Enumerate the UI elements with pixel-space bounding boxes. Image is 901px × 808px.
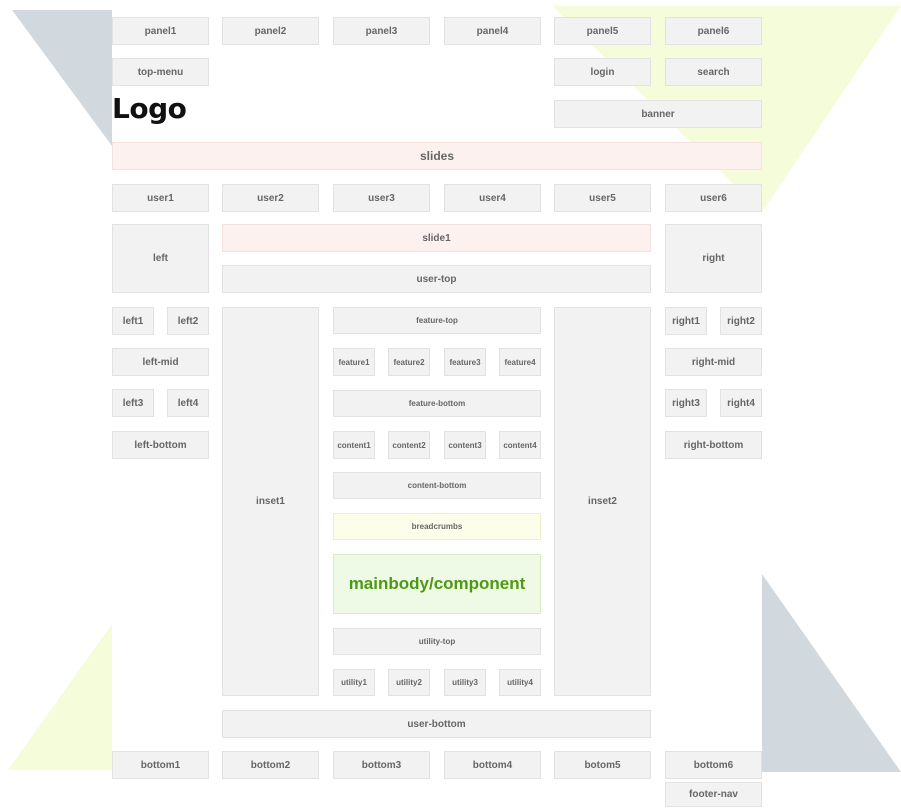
position-inset1: inset1	[222, 307, 319, 696]
position-right-mid: right-mid	[665, 348, 762, 376]
position-feature-bottom: feature-bottom	[333, 390, 541, 417]
position-slides: slides	[112, 142, 762, 170]
position-user1: user1	[112, 184, 209, 212]
position-bottom1: bottom1	[112, 751, 209, 779]
position-bottom3: bottom3	[333, 751, 430, 779]
position-user6: user6	[665, 184, 762, 212]
position-user-bottom: user-bottom	[222, 710, 651, 738]
position-search: search	[665, 58, 762, 86]
position-left4: left4	[167, 389, 209, 417]
position-panel1: panel1	[112, 17, 209, 45]
position-right2: right2	[720, 307, 762, 335]
position-user4: user4	[444, 184, 541, 212]
position-feature2: feature2	[388, 348, 430, 376]
position-utility2: utility2	[388, 669, 430, 696]
position-panel4: panel4	[444, 17, 541, 45]
mainbody-label: mainbody/component	[348, 574, 526, 593]
position-botom5: botom5	[554, 751, 651, 779]
position-user-top: user-top	[222, 265, 651, 293]
position-mainbody: mainbody/component	[333, 554, 541, 614]
position-feature1: feature1	[333, 348, 375, 376]
position-panel6: panel6	[665, 17, 762, 45]
position-feature4: feature4	[499, 348, 541, 376]
position-left-mid: left-mid	[112, 348, 209, 376]
position-feature3: feature3	[444, 348, 486, 376]
position-slide1: slide1	[222, 224, 651, 252]
position-user3: user3	[333, 184, 430, 212]
position-right-bottom: right-bottom	[665, 431, 762, 459]
position-bottom6: bottom6	[665, 751, 762, 779]
position-inset2: inset2	[554, 307, 651, 696]
position-left3: left3	[112, 389, 154, 417]
logo: Logo	[112, 92, 187, 125]
position-left2: left2	[167, 307, 209, 335]
position-right4: right4	[720, 389, 762, 417]
position-panel3: panel3	[333, 17, 430, 45]
position-user5: user5	[554, 184, 651, 212]
bottom-right-gray-triangle	[762, 574, 901, 772]
position-bottom4: bottom4	[444, 751, 541, 779]
position-left: left	[112, 224, 209, 293]
position-right3: right3	[665, 389, 707, 417]
position-banner: banner	[554, 100, 762, 128]
top-left-gray-triangle	[12, 10, 112, 146]
position-utility4: utility4	[499, 669, 541, 696]
position-panel5: panel5	[554, 17, 651, 45]
position-panel2: panel2	[222, 17, 319, 45]
position-feature-top: feature-top	[333, 307, 541, 334]
position-right1: right1	[665, 307, 707, 335]
position-content4: content4	[499, 431, 541, 459]
position-user2: user2	[222, 184, 319, 212]
position-login: login	[554, 58, 651, 86]
position-left-bottom: left-bottom	[112, 431, 209, 459]
position-content3: content3	[444, 431, 486, 459]
position-right: right	[665, 224, 762, 293]
position-left1: left1	[112, 307, 154, 335]
position-content-bottom: content-bottom	[333, 472, 541, 499]
position-footer-nav: footer-nav	[665, 782, 762, 807]
position-top-menu: top-menu	[112, 58, 209, 86]
position-content1: content1	[333, 431, 375, 459]
position-content2: content2	[388, 431, 430, 459]
position-utility-top: utility-top	[333, 628, 541, 655]
position-bottom2: bottom2	[222, 751, 319, 779]
bottom-left-yellow-triangle	[8, 624, 112, 770]
position-breadcrumbs: breadcrumbs	[333, 513, 541, 540]
position-utility1: utility1	[333, 669, 375, 696]
position-utility3: utility3	[444, 669, 486, 696]
